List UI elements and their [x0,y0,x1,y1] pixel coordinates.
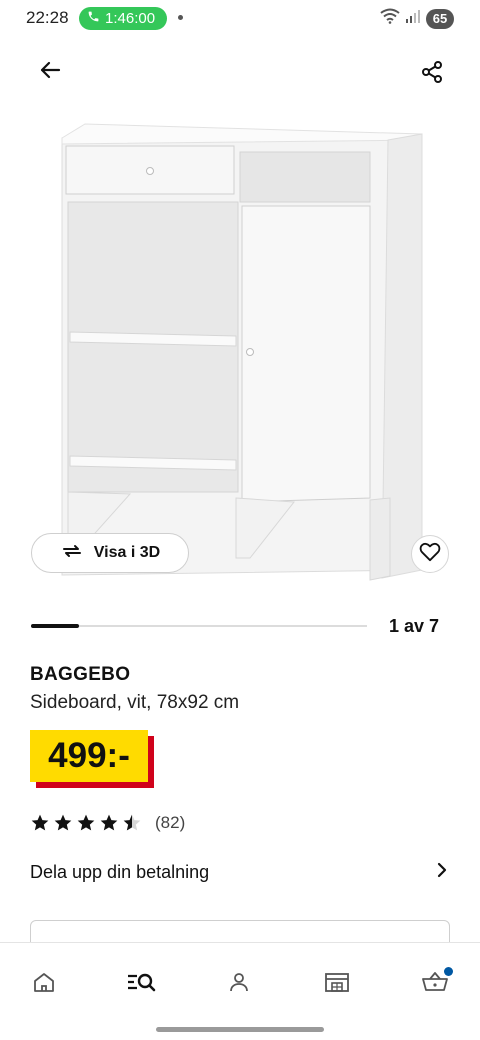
signal-icon [406,9,420,28]
star-icon [99,813,119,833]
profile-icon [227,970,251,999]
installment-row[interactable]: Dela upp din betalning [30,856,450,888]
wifi-icon [380,8,400,29]
call-timer: 1:46:00 [105,10,156,27]
view-in-3d-label: Visa i 3D [93,544,161,561]
star-icon [76,813,96,833]
cart-badge [444,967,453,976]
star-icon [30,813,50,833]
store-icon [324,970,350,999]
price-tag: 499:- [30,730,158,790]
share-button[interactable] [412,56,452,92]
nav-home[interactable] [22,967,66,1001]
gallery-page-indicator: 1 av 7 [388,616,439,636]
battery-indicator: 65 [426,8,454,29]
product-image[interactable] [50,110,440,590]
gesture-home-indicator[interactable] [156,1027,324,1032]
back-button[interactable] [30,54,70,90]
ongoing-call-pill[interactable]: 1:46:00 [79,7,167,30]
home-icon [32,970,56,999]
price-value: 499:- [30,730,148,782]
heart-icon [419,542,441,567]
nav-cart[interactable] [413,967,457,1001]
gallery-progress-fill [31,624,80,628]
status-time: 22:28 [26,8,69,27]
rotate-3d-icon [60,542,84,565]
gallery-progress-track [31,624,367,628]
half-star-icon [122,813,142,833]
bottom-navigation [0,942,480,1040]
favourite-button[interactable] [411,535,449,573]
search-list-icon [126,970,156,999]
chevron-right-icon [434,862,450,883]
star-icon [53,813,73,833]
notification-dot [178,15,183,20]
status-icons: 65 [380,8,454,29]
share-icon [420,60,444,89]
phone-icon [87,10,100,27]
rating-row[interactable]: (82) [30,813,185,833]
status-bar: 22:28 1:46:00 65 [0,0,480,36]
nav-profile[interactable] [217,967,261,1001]
view-in-3d-button[interactable]: Visa i 3D [31,533,189,573]
review-count: (82) [155,813,186,832]
nav-store[interactable] [315,967,359,1001]
installment-label: Dela upp din betalning [30,861,210,882]
arrow-left-icon [38,58,62,87]
product-description: Sideboard, vit, 78x92 cm [30,692,240,713]
top-app-bar [0,48,480,96]
product-name: BAGGEBO [30,664,131,685]
nav-search[interactable] [119,967,163,1001]
